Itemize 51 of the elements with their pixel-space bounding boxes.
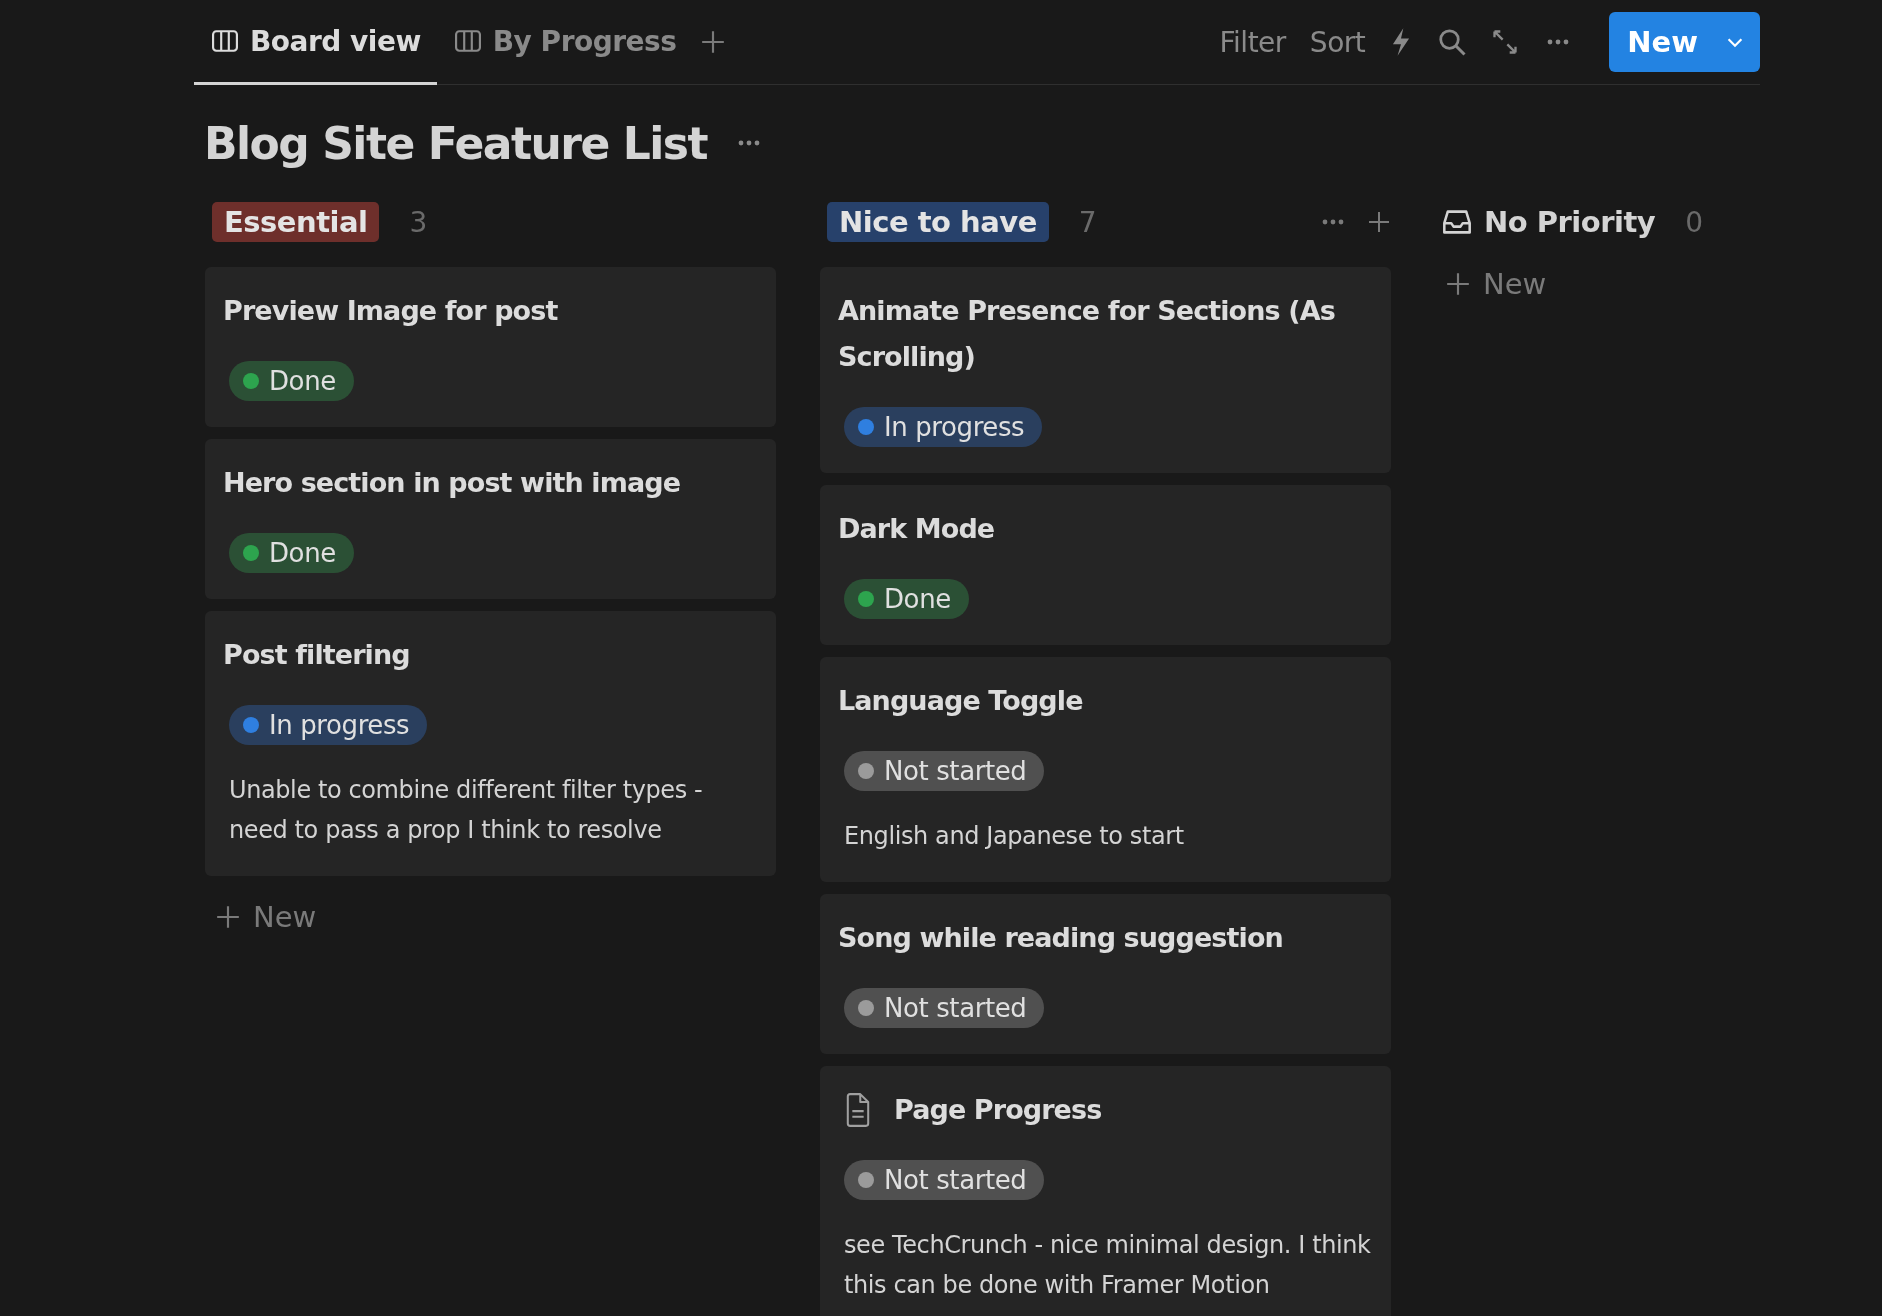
board-card[interactable]: Song while reading suggestion Not started <box>820 894 1391 1054</box>
new-card-button[interactable]: New <box>205 888 327 946</box>
plus-icon <box>215 904 241 930</box>
plus-icon <box>1445 271 1471 297</box>
status-label: Done <box>884 584 951 614</box>
filter-button[interactable]: Filter <box>1219 25 1286 59</box>
board-card[interactable]: Preview Image for post Done <box>205 267 776 427</box>
view-tab[interactable]: By Progress <box>436 0 693 85</box>
board-card[interactable]: Animate Presence for Sections (As Scrolling) In progress <box>820 267 1391 473</box>
status-label: Not started <box>884 1165 1027 1195</box>
add-icon[interactable] <box>1367 210 1391 234</box>
group-tag: Nice to have <box>827 202 1049 242</box>
board-card[interactable]: Hero section in post with image Done <box>205 439 776 599</box>
board-card[interactable]: Dark Mode Done <box>820 485 1391 645</box>
group-name: No Priority <box>1484 205 1656 239</box>
view-tab[interactable]: Board view <box>194 0 437 85</box>
expand-icon[interactable] <box>1491 28 1520 56</box>
group-count: 0 <box>1685 205 1704 239</box>
board-card[interactable]: Language Toggle Not started English and Japanese to start <box>820 657 1391 882</box>
document-icon <box>844 1093 872 1127</box>
group-tag: Essential <box>212 202 380 242</box>
status-label: Not started <box>884 756 1027 786</box>
new-button[interactable]: New <box>1609 12 1760 72</box>
card-note: see TechCrunch - nice minimal design. I think this can be done with Framer Motion <box>843 1230 1372 1301</box>
search-icon[interactable] <box>1437 27 1468 57</box>
status-label: In progress <box>269 710 410 740</box>
status-label: Done <box>269 366 336 396</box>
page-title: Blog Site Feature List <box>204 117 707 169</box>
group-count: 7 <box>1078 205 1097 239</box>
card-title: Hero section in post with image <box>223 466 681 500</box>
board-icon <box>210 28 240 54</box>
card-note: Unable to combine different filter types - need to pass a prop I think to resolve <box>228 775 704 846</box>
status-label: In progress <box>884 412 1025 442</box>
status-label: Not started <box>884 993 1027 1023</box>
card-title: Dark Mode <box>838 512 995 546</box>
new-card-button[interactable]: New <box>1435 267 1557 313</box>
card-title: Page Progress <box>894 1093 1102 1127</box>
card-title: Preview Image for post <box>223 294 558 328</box>
sort-button[interactable]: Sort <box>1309 25 1366 59</box>
card-note: English and Japanese to start <box>843 821 1185 852</box>
card-title: Language Toggle <box>838 684 1083 718</box>
add-view-icon[interactable] <box>700 29 727 55</box>
inbox-icon <box>1442 208 1472 236</box>
board-icon <box>452 28 483 54</box>
card-title: Animate Presence for Sections (As Scrolling) <box>838 294 1336 374</box>
board-card[interactable]: Page Progress Not started see TechCrunch - nice minimal design. I think this can be done with Framer Motion <box>820 1066 1391 1316</box>
card-title: Song while reading suggestion <box>838 921 1283 955</box>
board-card[interactable]: Post filtering In progress Unable to combine different filter types - need to pass a prop I think to resolve <box>205 611 776 876</box>
group-count: 3 <box>409 205 428 239</box>
status-label: Done <box>269 538 336 568</box>
card-title: Post filtering <box>223 638 410 672</box>
